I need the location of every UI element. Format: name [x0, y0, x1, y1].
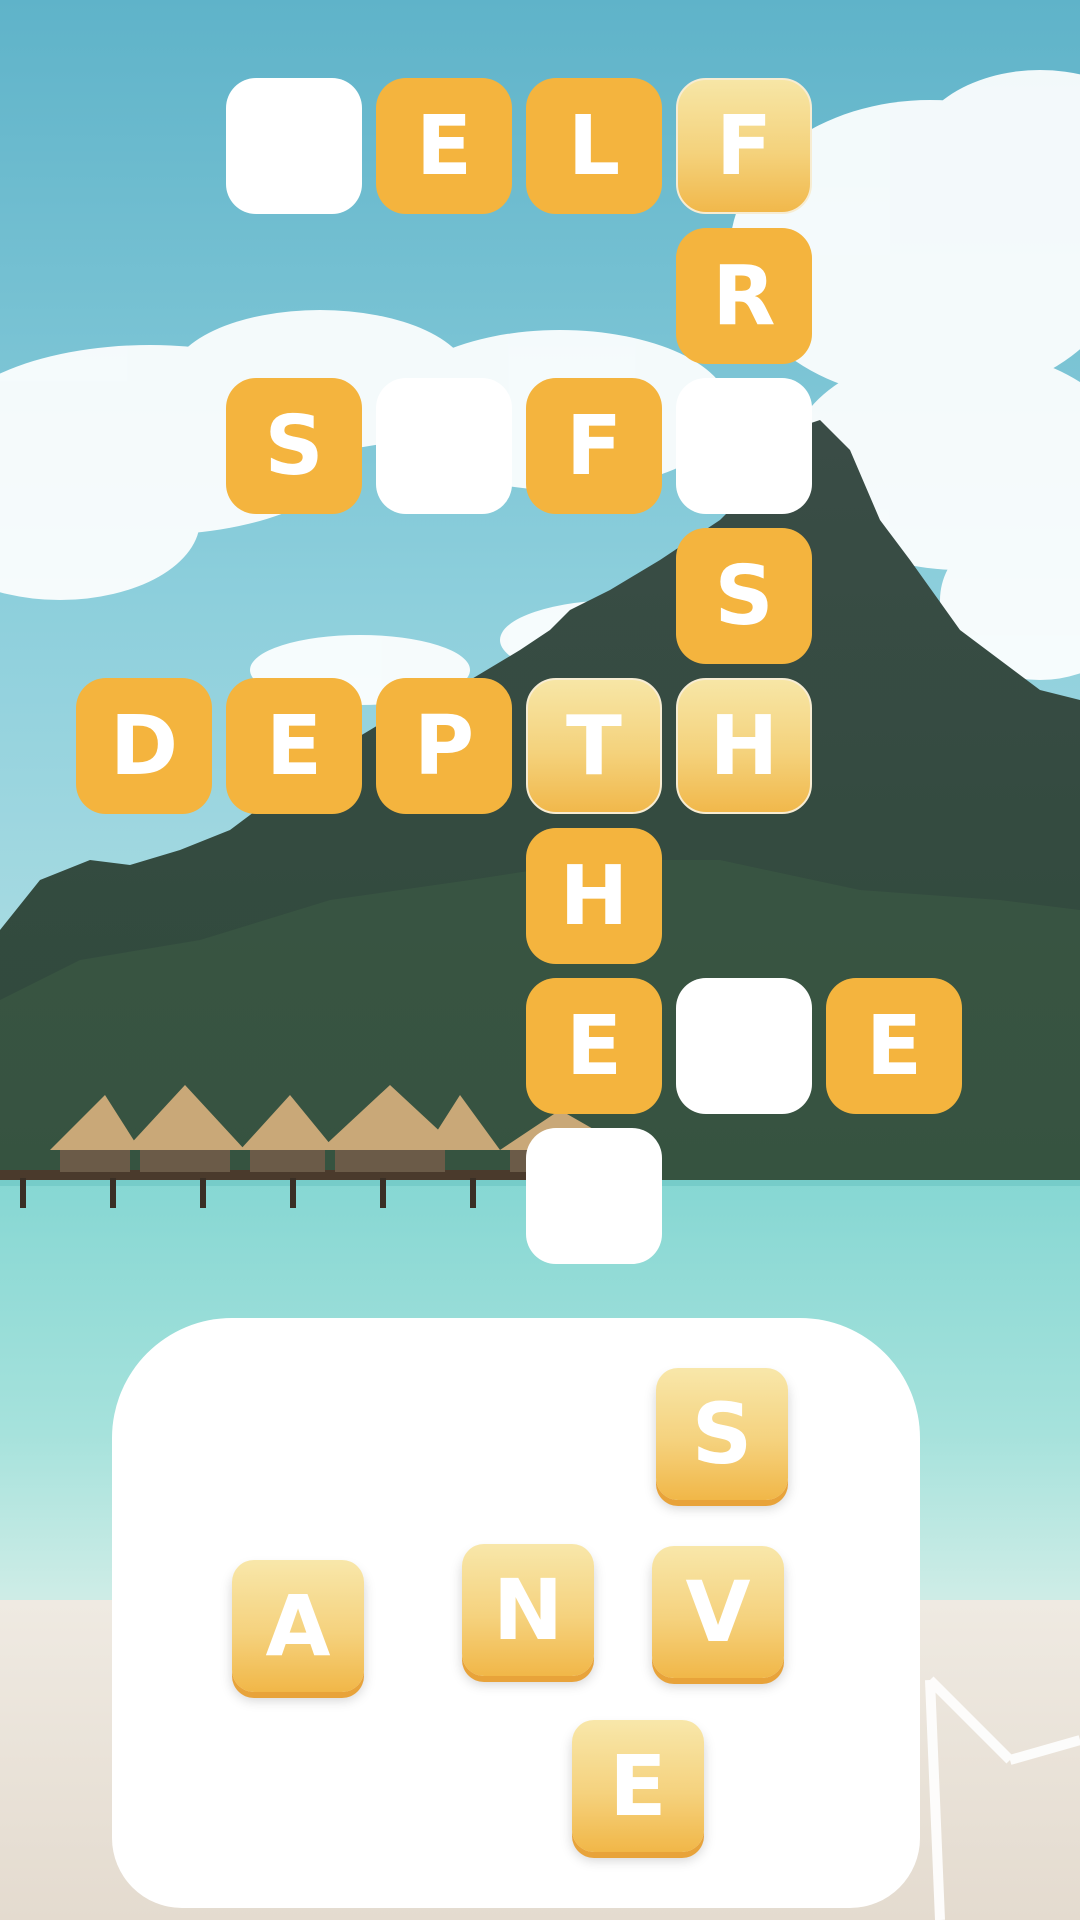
crossword-cell: T [526, 678, 662, 814]
crossword-cell: S [226, 378, 362, 514]
cell-letter: R [712, 248, 776, 344]
crossword-cell: F [526, 378, 662, 514]
wheel-letter-label: S [691, 1385, 753, 1483]
cell-letter: F [565, 398, 622, 494]
crossword-cell: E [526, 978, 662, 1114]
wheel-letter-label: A [265, 1577, 331, 1675]
crossword-cell [676, 978, 812, 1114]
cell-letter: E [265, 698, 322, 794]
crossword-cell: R [676, 228, 812, 364]
crossword-cell: H [526, 828, 662, 964]
wheel-letter-v[interactable]: V [652, 1546, 784, 1678]
crossword-cell [376, 378, 512, 514]
cell-letter: E [415, 98, 472, 194]
crossword-cell: F [676, 78, 812, 214]
cell-letter: S [714, 548, 774, 644]
wheel-letter-n[interactable]: N [462, 1544, 594, 1676]
cell-letter: E [565, 998, 622, 1094]
crossword-cell [676, 378, 812, 514]
cell-letter: P [413, 698, 475, 794]
cell-letter: S [264, 398, 324, 494]
crossword-cell: P [376, 678, 512, 814]
crossword-cell: E [826, 978, 962, 1114]
crossword-cell: E [226, 678, 362, 814]
cell-letter: H [709, 698, 779, 794]
crossword-cell: H [676, 678, 812, 814]
wheel-letter-label: V [685, 1563, 751, 1661]
crossword-cell: L [526, 78, 662, 214]
crossword-cell [526, 1128, 662, 1264]
cell-letter: L [567, 98, 621, 194]
cell-letter: H [559, 848, 629, 944]
crossword-cell: S [676, 528, 812, 664]
wheel-letter-label: N [492, 1561, 564, 1659]
wheel-letter-label: E [609, 1737, 667, 1835]
wheel-letter-e[interactable]: E [572, 1720, 704, 1852]
cell-letter: F [715, 98, 772, 194]
cell-letter: E [865, 998, 922, 1094]
crossword-cell: E [376, 78, 512, 214]
crossword-cell [226, 78, 362, 214]
wheel-letter-a[interactable]: A [232, 1560, 364, 1692]
cell-letter: D [109, 698, 179, 794]
wheel-letter-s[interactable]: S [656, 1368, 788, 1500]
cell-letter: T [566, 698, 622, 794]
crossword-cell: D [76, 678, 212, 814]
